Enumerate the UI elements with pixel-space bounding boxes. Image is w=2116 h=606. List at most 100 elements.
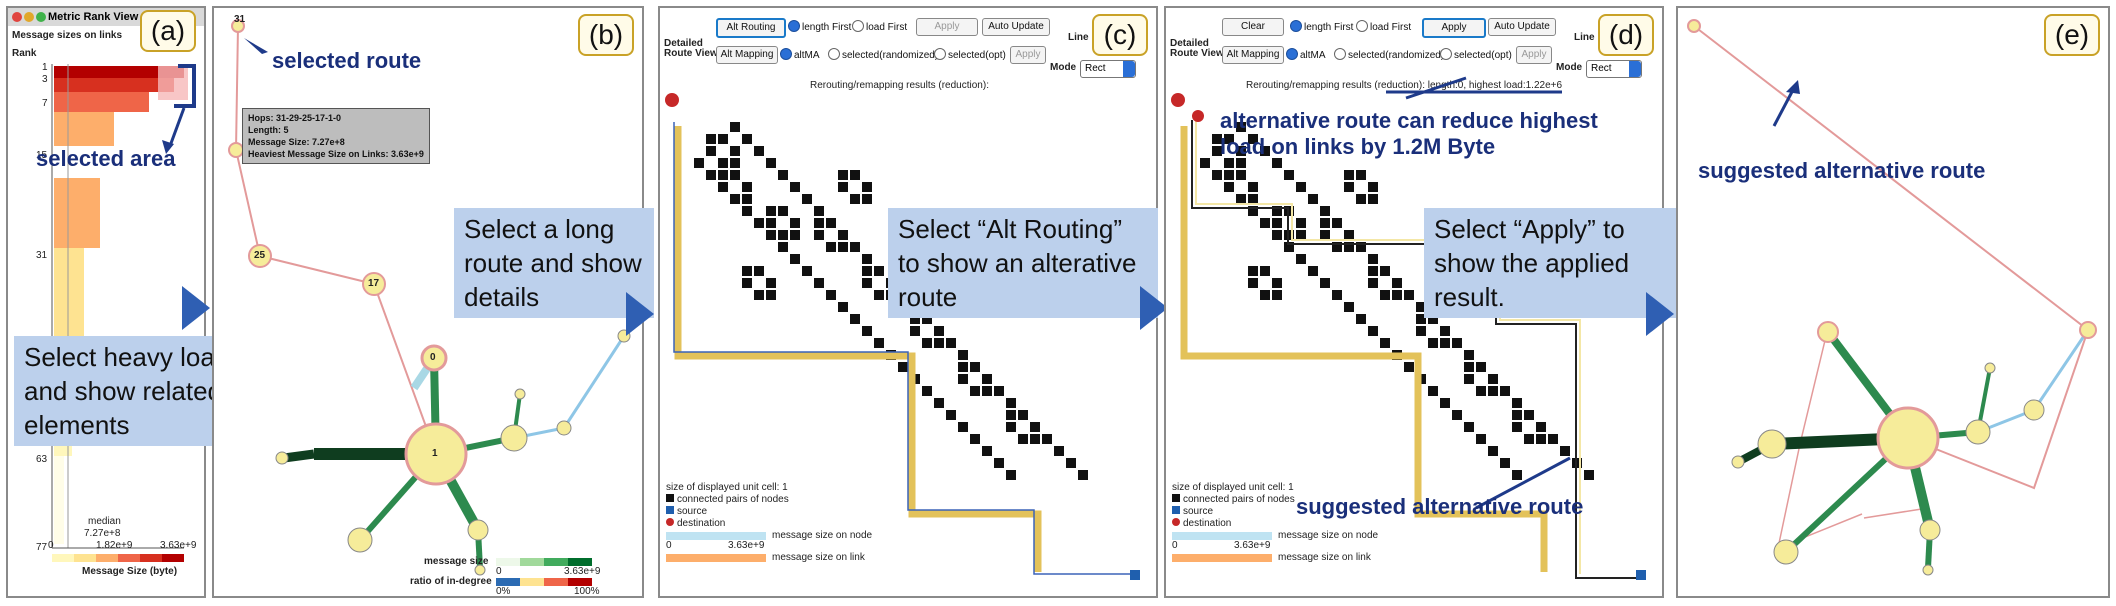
matrix-cell (1500, 386, 1510, 396)
matrix-cell (850, 194, 860, 204)
edge-dark-2 (283, 449, 315, 463)
matrix-cell (742, 206, 752, 216)
selected-route-arrow (244, 38, 268, 54)
matrix-cell (1344, 302, 1354, 312)
callout-b: Select a long route and show details (454, 208, 654, 318)
matrix-cell (1320, 218, 1330, 228)
matrix-cell (790, 218, 800, 228)
rank-bar-2 (54, 78, 174, 92)
matrix-cell (1512, 398, 1522, 408)
matrix-cell (718, 158, 728, 168)
selected-route-edge (234, 25, 437, 455)
matrix-cell (1236, 194, 1246, 204)
matrix-cell (1476, 362, 1486, 372)
legend-v4: 100% (574, 586, 600, 597)
tooltip-hops: Hops: 31-29-25-17-1-0 (248, 113, 342, 123)
matrix-cell (790, 182, 800, 192)
matrix-cell (1356, 170, 1366, 180)
matrix-cell (922, 338, 932, 348)
matrix-cell (1320, 206, 1330, 216)
graph-e (1687, 19, 2097, 576)
rank-bar-5 (54, 178, 100, 248)
node-25-label: 25 (254, 250, 266, 261)
matrix-cell (730, 158, 740, 168)
legend-v0: 0 (666, 540, 672, 551)
axis-tick-mid: 1.82e+9 (96, 540, 133, 551)
panel-label-b: (b) (578, 14, 634, 56)
matrix-cell (1512, 470, 1522, 480)
matrix-cell (1524, 410, 1534, 420)
matrix-cell (982, 374, 992, 384)
panel-label-d: (d) (1598, 14, 1654, 56)
matrix-cell (1524, 434, 1534, 444)
matrix-cell (1272, 290, 1282, 300)
legend-cell-d: size of displayed unit cell: 1 (1172, 482, 1294, 493)
tooltip-length: Length: 5 (248, 125, 289, 135)
legend-pairs-d: connected pairs of nodes (1172, 494, 1295, 505)
legend-destination-label: destination (677, 518, 726, 529)
matrix-cell (838, 302, 848, 312)
matrix-cell (694, 158, 704, 168)
legend-msg-2 (520, 558, 544, 566)
suggested-alt-route-d: suggested alternative route (1296, 494, 1584, 519)
node-e-a (1965, 419, 1991, 445)
matrix-cell (862, 254, 872, 264)
matrix-cell (742, 266, 752, 276)
matrix-cell (1284, 170, 1294, 180)
selected-route-label: selected route (272, 48, 422, 73)
matrix-cell (1476, 434, 1486, 444)
matrix-cell (1452, 410, 1462, 420)
rank-bar-4 (54, 112, 114, 146)
matrix-cell (1042, 434, 1052, 444)
matrix-cell (1368, 254, 1378, 264)
node-e-c (1984, 362, 1996, 374)
legend-pairs: connected pairs of nodes (666, 494, 789, 505)
matrix-cell (1488, 446, 1498, 456)
matrix-cell (706, 146, 716, 156)
node-e-f (1919, 519, 1941, 541)
median-value: 7.27e+8 (84, 528, 121, 539)
matrix-cell (718, 134, 728, 144)
matrix-cell (1248, 278, 1258, 288)
matrix-cell (958, 350, 968, 360)
matrix-cell (826, 218, 836, 228)
matrix-cell (730, 146, 740, 156)
matrix-cell (1500, 458, 1510, 468)
suggested-arrow-e-head (1786, 80, 1800, 94)
legend-v3: 0% (496, 586, 511, 597)
legend-destination-label-d: destination (1183, 518, 1232, 529)
matrix-cell (874, 266, 884, 276)
matrix-cell (1006, 422, 1016, 432)
legend-msg-node-d: message size on node (1278, 530, 1379, 541)
matrix-cell (706, 134, 716, 144)
matrix-cell (1248, 266, 1258, 276)
matrix-cell (1308, 194, 1318, 204)
matrix-cell (898, 362, 908, 372)
matrix-cell (766, 278, 776, 288)
matrix-cell (1380, 338, 1390, 348)
matrix-cell (778, 170, 788, 180)
matrix-cell (706, 170, 716, 180)
axis-title: Message Size (byte) (82, 566, 178, 577)
matrix-cell (1464, 422, 1474, 432)
matrix-cell (910, 326, 920, 336)
rank-bars (51, 64, 196, 562)
matrix-cell (862, 278, 872, 288)
matrix-cell (1452, 338, 1462, 348)
matrix-cell (838, 230, 848, 240)
matrix-cell (1440, 398, 1450, 408)
matrix-cell (958, 422, 968, 432)
matrix-cell (814, 278, 824, 288)
node-a (500, 424, 528, 452)
matrix-cell (946, 410, 956, 420)
flow-arrow-4 (1646, 292, 1674, 336)
matrix-cell (766, 218, 776, 228)
matrix-cell (766, 206, 776, 216)
node-e-d (1757, 429, 1787, 459)
matrix-cell (1030, 422, 1040, 432)
matrix-cell (718, 182, 728, 192)
matrix-cell (862, 266, 872, 276)
matrix-cell (1584, 470, 1594, 480)
matrix-cell (1006, 398, 1016, 408)
matrix-cell (790, 254, 800, 264)
